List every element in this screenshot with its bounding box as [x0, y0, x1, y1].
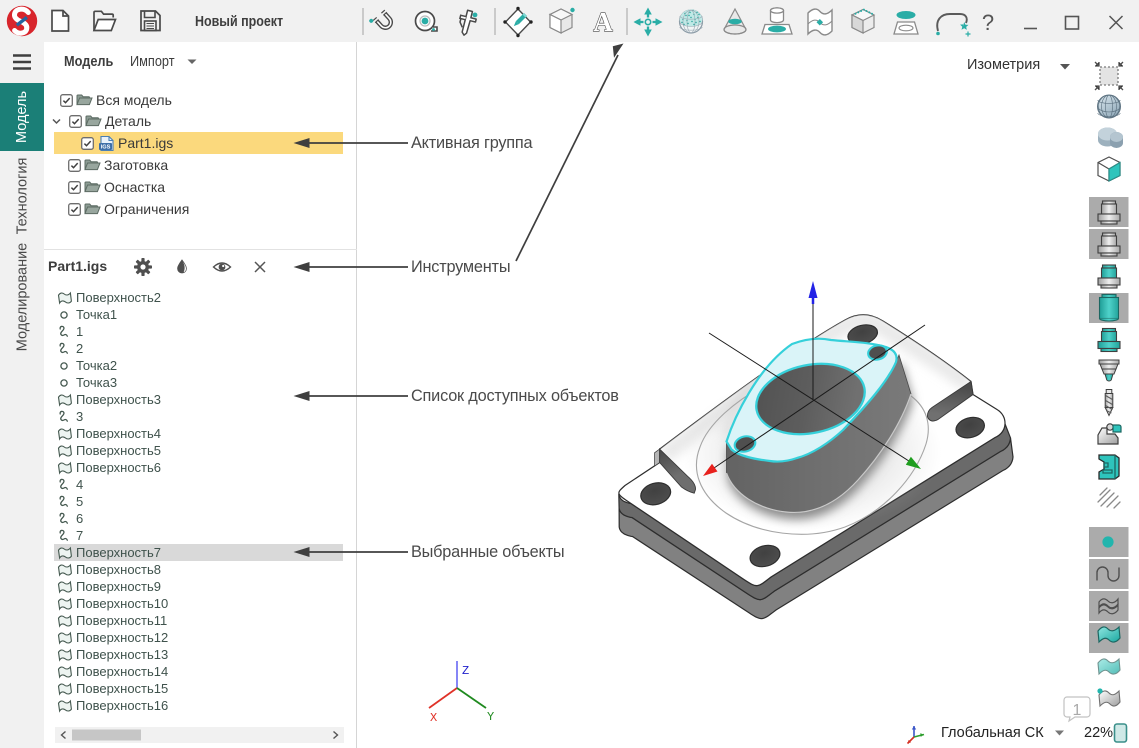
svg-text:A: A: [593, 7, 613, 37]
svg-text:Z: Z: [462, 664, 469, 678]
svg-text:X: X: [430, 711, 437, 725]
svg-text:1: 1: [1073, 702, 1082, 719]
svg-text:Y: Y: [487, 710, 494, 724]
svg-text:?: ?: [982, 10, 994, 35]
